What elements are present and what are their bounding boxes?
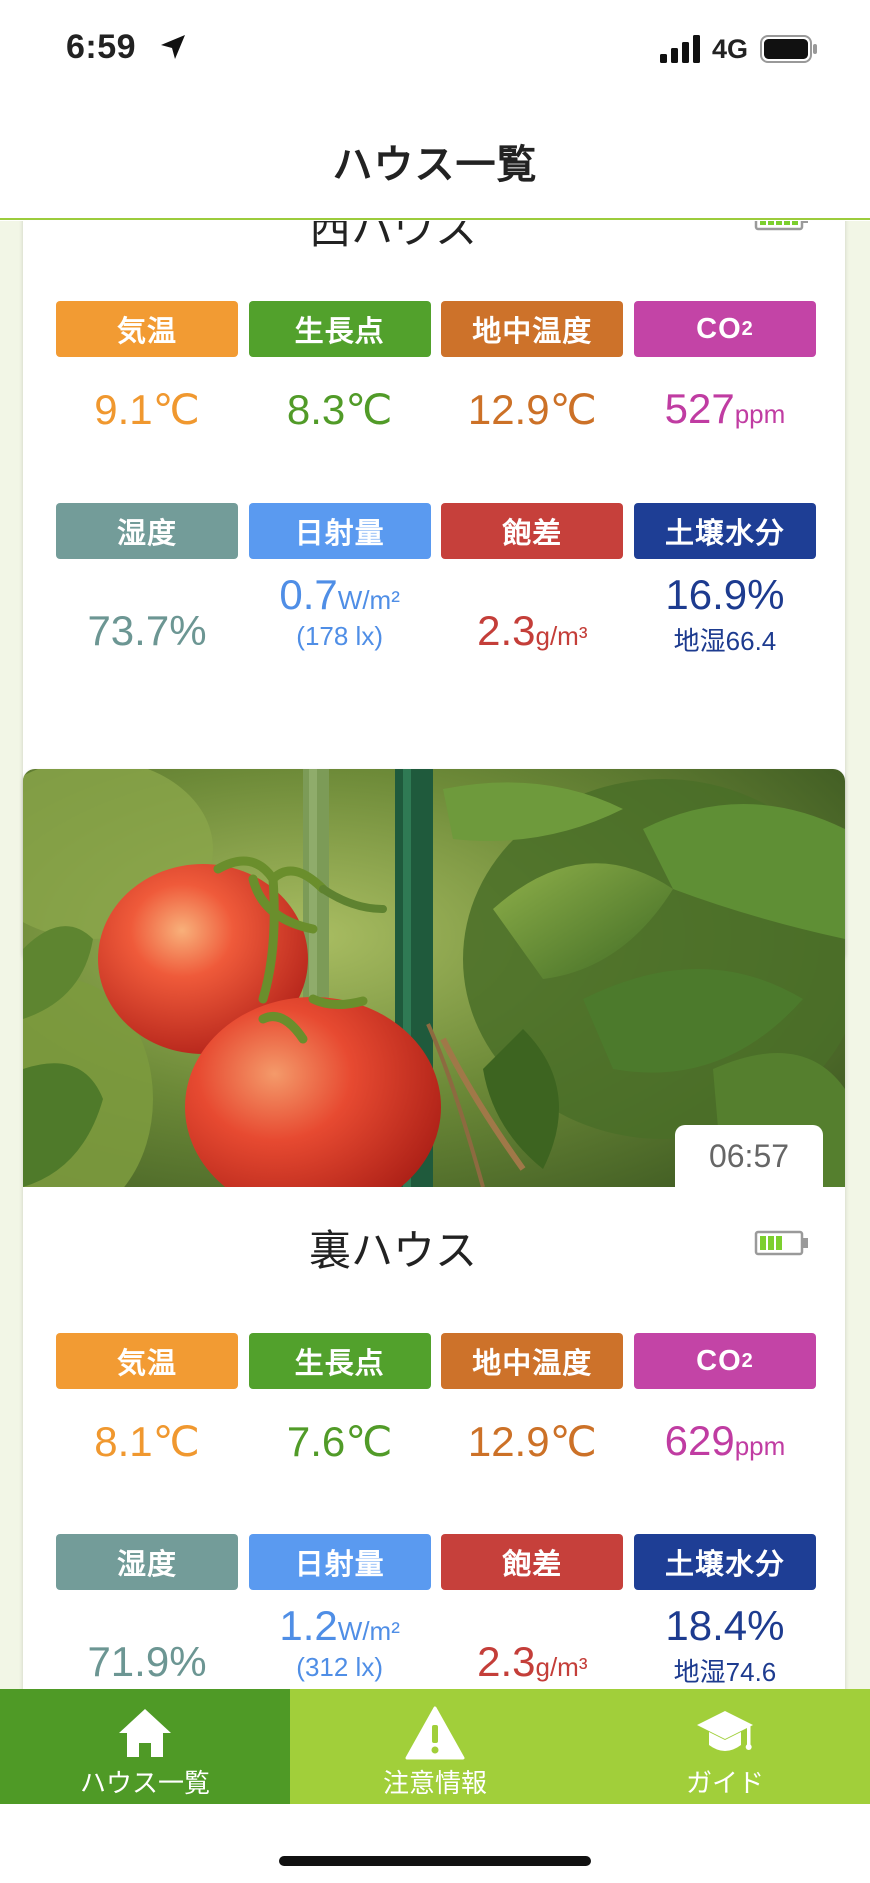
tab-bar: ハウス一覧 注意情報 ガイド (0, 1689, 870, 1804)
location-arrow-icon (161, 35, 185, 59)
solar-label: 日射量 (248, 503, 431, 559)
home-indicator[interactable] (279, 1856, 591, 1866)
tab-label: 注意情報 (382, 1768, 487, 1798)
co2-unit: ppm (734, 399, 786, 429)
soil-moisture-label: 土壌水分 (633, 503, 816, 559)
sensor-value-row-2: 73.7% 0.7W/m² (178 lx) 2.3g/m³ 16.9% 地湿6… (56, 571, 816, 681)
battery-icon (760, 35, 817, 63)
humidity-label: 湿度 (56, 503, 238, 559)
saturation-label: 飽差 (441, 503, 624, 559)
solar-lux: (312 lx) (296, 1652, 383, 1682)
photo-timestamp: 06:57 (675, 1125, 823, 1187)
saturation-value: 2.3g/m³ (441, 1602, 623, 1689)
solar-lux: (178 lx) (296, 621, 383, 651)
navigation-header: ハウス一覧 (0, 100, 870, 220)
co2-value: 629ppm (634, 1417, 816, 1466)
soil-moisture-number: 18.4% (665, 1602, 785, 1649)
tab-guide[interactable]: ガイド (580, 1689, 870, 1804)
soil-moisture-value: 16.9% 地湿66.4 (634, 571, 816, 681)
sensor-label-row-1: 気温 生長点 地中温度 CO 2 (56, 1333, 816, 1389)
battery-segment (768, 1236, 774, 1250)
tab-alerts[interactable]: 注意情報 (290, 1689, 580, 1804)
humidity-value: 71.9% (87, 1638, 207, 1685)
co2-value: 527ppm (634, 385, 816, 434)
sensor-value-row-1: 8.1℃ 7.6℃ 12.9℃ 629ppm (56, 1417, 816, 1466)
soil-moisture-number: 16.9% (665, 571, 785, 618)
growth-point-label: 生長点 (248, 301, 431, 357)
page-title: ハウス一覧 (332, 143, 538, 187)
soil-moisture-sub: 地湿66.4 (673, 626, 777, 656)
co2-label-text: CO (696, 312, 742, 345)
solar-number: 0.7 (279, 571, 338, 618)
solar-number: 1.2 (279, 1602, 338, 1649)
air-temp-value: 8.1℃ (94, 1418, 200, 1465)
solar-value: 1.2W/m² (312 lx) (249, 1602, 431, 1689)
co2-number: 527 (664, 385, 735, 432)
saturation-value: 2.3g/m³ (441, 571, 623, 681)
saturation-unit: g/m³ (535, 621, 588, 651)
status-time: 6:59 (66, 28, 137, 66)
solar-label: 日射量 (248, 1534, 431, 1590)
home-icon (119, 1709, 171, 1757)
co2-label-text: CO (696, 1344, 742, 1377)
saturation-number: 2.3 (477, 1638, 536, 1685)
graduation-cap-icon (697, 1711, 753, 1751)
soil-moisture-value: 18.4% 地湿74.6 (634, 1602, 816, 1689)
cellular-signal-icon (659, 35, 700, 63)
sensor-label-row-1: 気温 生長点 地中温度 CO 2 (56, 301, 816, 357)
co2-number: 629 (664, 1417, 735, 1464)
network-type: 4G (711, 33, 748, 64)
co2-label: CO 2 (633, 1333, 816, 1389)
ground-temp-value: 12.9℃ (467, 386, 597, 433)
device-battery-icon (754, 221, 808, 231)
tab-house-list[interactable]: ハウス一覧 (0, 1689, 290, 1804)
house-camera-photo[interactable]: 06:57 (23, 769, 845, 1187)
growth-point-label: 生長点 (248, 1333, 431, 1389)
sensor-value-row-2: 71.9% 1.2W/m² (312 lx) 2.3g/m³ 18.4% 地湿7… (56, 1602, 816, 1689)
co2-label: CO 2 (633, 301, 816, 357)
warning-icon (405, 1706, 465, 1760)
home-indicator-area (0, 1804, 870, 1883)
ground-temp-label: 地中温度 (441, 301, 624, 357)
house-list[interactable]: 西ハウス 気温 生長点 地中温度 CO 2 9.1℃ 8.3℃ 12.9℃ 527… (0, 221, 870, 1689)
growth-point-value: 8.3℃ (286, 386, 393, 433)
solar-unit: W/m² (337, 1616, 400, 1646)
battery-segment (792, 221, 798, 225)
humidity-value: 73.7% (87, 607, 207, 654)
humidity-label: 湿度 (56, 1534, 238, 1590)
ground-temp-label: 地中温度 (441, 1333, 624, 1389)
sensor-label-row-2: 湿度 日射量 飽差 土壌水分 (56, 1534, 816, 1590)
status-indicators: 4G (659, 32, 818, 66)
battery-segment (784, 221, 790, 225)
tab-label: ハウス一覧 (79, 1768, 210, 1798)
battery-segment (760, 221, 766, 225)
sensor-value-row-1: 9.1℃ 8.3℃ 12.9℃ 527ppm (56, 385, 816, 434)
co2-label-subscript: 2 (741, 1349, 754, 1372)
ground-temp-value: 12.9℃ (467, 1418, 597, 1465)
soil-moisture-sub: 地湿74.6 (673, 1657, 777, 1687)
saturation-number: 2.3 (477, 607, 536, 654)
air-temp-value: 9.1℃ (94, 386, 200, 433)
solar-unit: W/m² (337, 585, 400, 615)
battery-segment (768, 221, 774, 225)
battery-segment (776, 221, 782, 225)
co2-unit: ppm (734, 1431, 786, 1461)
tab-label: ガイド (685, 1768, 764, 1798)
air-temp-label: 気温 (56, 301, 238, 357)
air-temp-label: 気温 (56, 1333, 238, 1389)
soil-moisture-label: 土壌水分 (633, 1534, 816, 1590)
saturation-label: 飽差 (441, 1534, 624, 1590)
house-name: 裏ハウス (308, 1226, 477, 1275)
house-name: 西ハウス (308, 221, 477, 253)
solar-value: 0.7W/m² (178 lx) (249, 571, 431, 681)
co2-label-subscript: 2 (741, 317, 754, 340)
status-bar: 6:59 4G (0, 0, 870, 100)
device-battery-icon (754, 1230, 808, 1256)
house-card-back[interactable]: 06:57 裏ハウス 気温 生長点 地中温度 CO 2 8.1℃ 7.6℃ 12.… (23, 769, 845, 1689)
battery-segment (760, 1236, 766, 1250)
battery-segment (776, 1236, 782, 1250)
sensor-label-row-2: 湿度 日射量 飽差 土壌水分 (56, 503, 816, 559)
saturation-unit: g/m³ (535, 1652, 588, 1682)
growth-point-value: 7.6℃ (286, 1418, 393, 1465)
